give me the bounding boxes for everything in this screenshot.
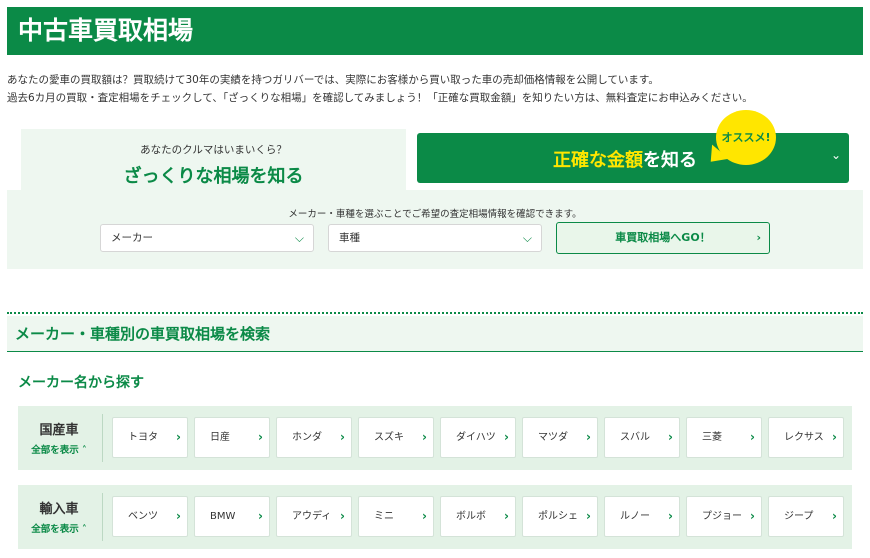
chevron-right-icon: ›: [756, 231, 761, 244]
tab-rough-price-sub: あなたのクルマはいまいくら？: [140, 144, 287, 156]
maker-label: プジョー: [702, 511, 742, 522]
maker-label: BMW: [210, 511, 236, 522]
chevron-right-icon: ›: [422, 509, 427, 523]
maker-label: マツダ: [538, 432, 568, 443]
maker-label: スズキ: [374, 432, 404, 443]
search-note: メーカー・車種を選ぶことでご希望の査定相場情報を確認できます。: [288, 209, 582, 220]
maker-subheading: メーカー名から探す: [18, 375, 144, 391]
maker-label: レクサス: [784, 432, 824, 443]
domestic-group: 国産車 全部を表示 ˄ トヨタ › 日産 › ホンダ › スズキ › ダイハツ › マツダ…: [18, 406, 852, 470]
model-select[interactable]: 車種 ⌵: [328, 224, 542, 252]
section-heading: メーカー・車種別の車買取相場を検索: [7, 316, 863, 352]
maker-button[interactable]: ジープ ›: [768, 496, 844, 537]
maker-button[interactable]: BMW ›: [194, 496, 270, 537]
group-label: 輸入車 全部を表示 ˄: [18, 485, 100, 549]
chevron-right-icon: ›: [258, 509, 263, 523]
chevron-down-icon: ⌵: [522, 231, 532, 245]
maker-label: ルノー: [620, 511, 650, 522]
chevron-right-icon: ›: [668, 430, 673, 444]
group-label: 国産車 全部を表示 ˄: [18, 406, 100, 470]
chevron-right-icon: ›: [504, 430, 509, 444]
show-all-link[interactable]: 全部を表示 ˄: [18, 521, 100, 535]
chevron-right-icon: ›: [340, 430, 345, 444]
maker-label: 三菱: [702, 432, 722, 443]
maker-button[interactable]: アウディ ›: [276, 496, 352, 537]
group-name: 国産車: [39, 423, 79, 438]
maker-button[interactable]: ボルボ ›: [440, 496, 516, 537]
group-divider: [102, 493, 103, 541]
maker-button[interactable]: スバル ›: [604, 417, 680, 458]
go-button[interactable]: 車買取相場へGO！ ›: [556, 222, 770, 254]
chevron-right-icon: ›: [258, 430, 263, 444]
maker-button[interactable]: トヨタ ›: [112, 417, 188, 458]
group-divider: [102, 414, 103, 462]
chevron-right-icon: ›: [586, 430, 591, 444]
tab-exact-price[interactable]: 正確な金額を知る ⌄: [417, 133, 849, 183]
maker-button[interactable]: ポルシェ ›: [522, 496, 598, 537]
chevron-right-icon: ›: [832, 509, 837, 523]
maker-select-value: メーカー: [111, 232, 153, 244]
show-all-link[interactable]: 全部を表示 ˄: [18, 442, 100, 456]
recommend-badge: オススメ!: [716, 110, 776, 165]
maker-label: ポルシェ: [538, 511, 578, 522]
chevron-right-icon: ›: [176, 430, 181, 444]
maker-label: トヨタ: [128, 432, 158, 443]
maker-button[interactable]: スズキ ›: [358, 417, 434, 458]
chevron-right-icon: ›: [586, 509, 591, 523]
maker-label: ダイハツ: [456, 432, 496, 443]
group-name: 輸入車: [39, 502, 79, 517]
chevron-right-icon: ›: [176, 509, 181, 523]
maker-button[interactable]: ベンツ ›: [112, 496, 188, 537]
maker-button[interactable]: ホンダ ›: [276, 417, 352, 458]
chevron-right-icon: ›: [422, 430, 427, 444]
maker-label: 日産: [210, 432, 230, 443]
tab-exact-price-label: 正確な金額を知る: [553, 146, 697, 172]
maker-button[interactable]: レクサス ›: [768, 417, 844, 458]
chevron-right-icon: ›: [750, 430, 755, 444]
maker-label: ホンダ: [292, 432, 322, 443]
section-divider: [7, 312, 863, 314]
maker-label: ベンツ: [128, 511, 158, 522]
maker-button[interactable]: マツダ ›: [522, 417, 598, 458]
intro-line-2: 過去6カ月の買取・査定相場をチェックして、「ざっくりな相場」を確認してみましょう…: [7, 92, 753, 104]
maker-button[interactable]: プジョー ›: [686, 496, 762, 537]
chevron-right-icon: ›: [750, 509, 755, 523]
import-group: 輸入車 全部を表示 ˄ ベンツ › BMW › アウディ › ミニ › ボルボ › ポルシ…: [18, 485, 852, 549]
chevron-down-icon: ⌵: [294, 231, 304, 245]
tab-rough-price-label: ざっくりな相場を知る: [123, 166, 304, 187]
maker-select[interactable]: メーカー ⌵: [100, 224, 314, 252]
maker-button[interactable]: ルノー ›: [604, 496, 680, 537]
chevron-right-icon: ›: [340, 509, 345, 523]
maker-label: ジープ: [784, 511, 814, 522]
search-panel: メーカー・車種を選ぶことでご希望の査定相場情報を確認できます。 メーカー ⌵ 車…: [7, 190, 863, 269]
intro-text: あなたの愛車の買取額は？買取続けて30年の実績を持つガリバーでは、実際にお客様か…: [7, 71, 863, 107]
maker-button[interactable]: 日産 ›: [194, 417, 270, 458]
chevron-right-icon: ›: [668, 509, 673, 523]
maker-label: ボルボ: [456, 511, 486, 522]
page-title: 中古車買取相場: [7, 7, 863, 55]
go-button-label: 車買取相場へGO！: [615, 231, 711, 244]
tab-exact-price-rest: を知る: [643, 150, 697, 171]
tab-exact-price-highlight: 正確な金額: [553, 150, 643, 171]
maker-button[interactable]: ミニ ›: [358, 496, 434, 537]
chevron-right-icon: ›: [832, 430, 837, 444]
maker-button[interactable]: ダイハツ ›: [440, 417, 516, 458]
maker-label: ミニ: [374, 511, 394, 522]
chevron-right-icon: ›: [504, 509, 509, 523]
maker-label: スバル: [620, 432, 650, 443]
intro-line-1: あなたの愛車の買取額は？買取続けて30年の実績を持つガリバーでは、実際にお客様か…: [7, 74, 659, 86]
tab-rough-price[interactable]: あなたのクルマはいまいくら？ ざっくりな相場を知る: [21, 129, 406, 190]
maker-button[interactable]: 三菱 ›: [686, 417, 762, 458]
model-select-value: 車種: [339, 232, 360, 244]
maker-label: アウディ: [292, 511, 332, 522]
chevron-down-icon: ⌄: [830, 148, 841, 162]
